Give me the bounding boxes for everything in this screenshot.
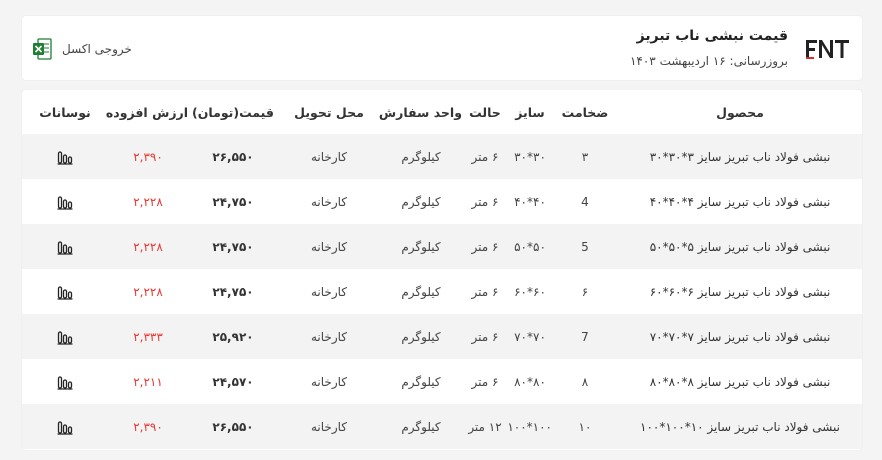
price-table-container: محصول ضخامت سایز حالت واحد سفارش محل تحو… bbox=[22, 90, 862, 450]
unit-cell: کیلوگرم bbox=[401, 194, 441, 209]
column-header-size: سایز bbox=[515, 104, 545, 120]
unit-cell: کیلوگرم bbox=[401, 284, 441, 299]
column-header-thickness: ضخامت bbox=[561, 104, 609, 120]
vat-cell: ۲,۳۳۳ bbox=[108, 314, 188, 359]
column-header-product: محصول bbox=[716, 104, 764, 120]
delivery-cell: کارخانه bbox=[278, 404, 380, 449]
size-cell: ۳۰*۳۰ bbox=[508, 134, 552, 179]
chart-icon[interactable] bbox=[57, 194, 73, 210]
product-cell: نبشی فولاد ناب تبریز سایز ۷*۷۰*۷۰ bbox=[618, 314, 862, 359]
delivery-cell: کارخانه bbox=[310, 284, 347, 299]
thickness-cell: 4 bbox=[581, 194, 589, 209]
size-cell: ۷۰*۷۰ bbox=[508, 314, 552, 359]
size-cell: ۱۰۰*۱۰۰ bbox=[507, 404, 552, 449]
table-header-row: محصول ضخامت سایز حالت واحد سفارش محل تحو… bbox=[22, 90, 862, 134]
price-cell: ۲۵,۹۲۰ bbox=[188, 314, 278, 359]
column-header-unit: واحد سفارش bbox=[378, 104, 462, 120]
size-cell: ۶۰*۶۰ bbox=[514, 284, 546, 299]
vat-cell: ۲,۳۹۰ bbox=[108, 134, 188, 179]
chart-icon[interactable] bbox=[57, 239, 73, 255]
delivery-cell: کارخانه bbox=[278, 224, 380, 269]
unit-cell: کیلوگرم bbox=[380, 134, 462, 179]
unit-cell: کیلوگرم bbox=[401, 374, 441, 389]
fluctuation-cell bbox=[22, 134, 108, 179]
page-title: قیمت نبشی ناب تبریز bbox=[636, 28, 788, 44]
table-row: نبشی فولاد ناب تبریز سایز ۴*۴۰*۴۰ 4 ۴۰*۴۰ ۶… bbox=[22, 179, 862, 224]
thickness-cell: ۱۰ bbox=[552, 404, 618, 449]
delivery-cell: کارخانه bbox=[278, 314, 380, 359]
fluctuation-cell bbox=[22, 224, 108, 269]
vat-cell: ۲,۲۱۱ bbox=[133, 374, 163, 389]
table-row: نبشی فولاد ناب تبریز سایز ۸*۸۰*۸۰ ۸ ۸۰*۸۰ ۶… bbox=[22, 359, 862, 404]
unit-cell: کیلوگرم bbox=[380, 404, 462, 449]
table-row: نبشی فولاد ناب تبریز سایز ۵*۵۰*۵۰ 5 ۵۰*۵۰ ۶… bbox=[22, 224, 862, 269]
column-header-delivery: محل تحویل bbox=[294, 104, 364, 120]
state-cell: ۶ متر bbox=[471, 194, 499, 209]
product-cell: نبشی فولاد ناب تبریز سایز ۴*۴۰*۴۰ bbox=[649, 194, 831, 209]
product-cell: نبشی فولاد ناب تبریز سایز ۵*۵۰*۵۰ bbox=[618, 224, 862, 269]
chart-icon[interactable] bbox=[57, 329, 73, 345]
price-cell: ۲۴,۷۵۰ bbox=[188, 224, 278, 269]
fluctuation-cell bbox=[22, 359, 108, 404]
delivery-cell: کارخانه bbox=[278, 134, 380, 179]
delivery-cell: کارخانه bbox=[310, 374, 347, 389]
column-header-state: حالت bbox=[469, 104, 501, 120]
fluctuation-cell bbox=[22, 269, 108, 314]
thickness-cell: 5 bbox=[552, 224, 618, 269]
product-cell: نبشی فولاد ناب تبریز سایز ۳*۳۰*۳۰ bbox=[618, 134, 862, 179]
chart-icon[interactable] bbox=[57, 419, 73, 435]
delivery-cell: کارخانه bbox=[310, 194, 347, 209]
thickness-cell: ۶ bbox=[581, 284, 589, 299]
vat-cell: ۲,۳۹۰ bbox=[108, 404, 188, 449]
table-row: نبشی فولاد ناب تبریز سایز ۳*۳۰*۳۰ ۳ ۳۰*۳۰ ۶… bbox=[22, 134, 862, 179]
table-row: نبشی فولاد ناب تبریز سایز ۶*۶۰*۶۰ ۶ ۶۰*۶۰ ۶… bbox=[22, 269, 862, 314]
fluctuation-cell bbox=[22, 179, 108, 224]
size-cell: ۴۰*۴۰ bbox=[514, 194, 546, 209]
size-cell: ۸۰*۸۰ bbox=[514, 374, 546, 389]
last-updated: بروزرسانی: ۱۶ اردیبهشت ۱۴۰۳ bbox=[629, 54, 788, 68]
vat-cell: ۲,۲۲۸ bbox=[108, 224, 188, 269]
chart-icon[interactable] bbox=[57, 374, 73, 390]
price-cell: ۲۶,۵۵۰ bbox=[188, 134, 278, 179]
product-cell: نبشی فولاد ناب تبریز سایز ۱۰*۱۰۰*۱۰۰ bbox=[618, 404, 862, 449]
unit-cell: کیلوگرم bbox=[380, 314, 462, 359]
thickness-cell: 7 bbox=[552, 314, 618, 359]
excel-export-label: خروجی اکسل bbox=[62, 42, 132, 56]
state-cell: ۶ متر bbox=[462, 314, 508, 359]
state-cell: ۶ متر bbox=[462, 134, 508, 179]
table-row: نبشی فولاد ناب تبریز سایز ۱۰*۱۰۰*۱۰۰ ۱۰ ۱۰… bbox=[22, 404, 862, 449]
table-body: نبشی فولاد ناب تبریز سایز ۳*۳۰*۳۰ ۳ ۳۰*۳۰ ۶… bbox=[22, 134, 862, 449]
state-cell: ۶ متر bbox=[462, 224, 508, 269]
vat-cell: ۲,۲۲۸ bbox=[133, 194, 163, 209]
table-row: نبشی فولاد ناب تبریز سایز ۷*۷۰*۷۰ 7 ۷۰*۷۰ ۶… bbox=[22, 314, 862, 359]
fluctuation-cell bbox=[22, 404, 108, 449]
unit-cell: کیلوگرم bbox=[380, 224, 462, 269]
excel-export-button[interactable]: خروجی اکسل bbox=[32, 38, 132, 60]
product-cell: نبشی فولاد ناب تبریز سایز ۶*۶۰*۶۰ bbox=[649, 284, 831, 299]
column-header-price: قیمت(تومان) bbox=[192, 104, 274, 120]
price-cell: ۲۴,۵۷۰ bbox=[212, 374, 254, 389]
product-cell: نبشی فولاد ناب تبریز سایز ۸*۸۰*۸۰ bbox=[649, 374, 831, 389]
column-header-vat: ارزش افزوده bbox=[105, 104, 188, 120]
fluctuation-cell bbox=[22, 314, 108, 359]
column-header-fluctuation: نوسانات bbox=[39, 104, 91, 120]
company-logo bbox=[806, 40, 849, 59]
price-cell: ۲۴,۷۵۰ bbox=[212, 194, 254, 209]
chart-icon[interactable] bbox=[57, 149, 73, 165]
price-cell: ۲۴,۷۵۰ bbox=[212, 284, 254, 299]
excel-icon bbox=[33, 38, 52, 60]
vat-cell: ۲,۲۲۸ bbox=[133, 284, 163, 299]
page-header: قیمت نبشی ناب تبریز بروزرسانی: ۱۶ اردیبه… bbox=[22, 16, 862, 80]
price-table: محصول ضخامت سایز حالت واحد سفارش محل تحو… bbox=[22, 90, 862, 449]
size-cell: ۵۰*۵۰ bbox=[508, 224, 552, 269]
thickness-cell: ۸ bbox=[581, 374, 589, 389]
price-cell: ۲۶,۵۵۰ bbox=[188, 404, 278, 449]
state-cell: ۱۲ متر bbox=[462, 404, 508, 449]
state-cell: ۶ متر bbox=[471, 284, 499, 299]
thickness-cell: ۳ bbox=[552, 134, 618, 179]
chart-icon[interactable] bbox=[57, 284, 73, 300]
state-cell: ۶ متر bbox=[471, 374, 499, 389]
